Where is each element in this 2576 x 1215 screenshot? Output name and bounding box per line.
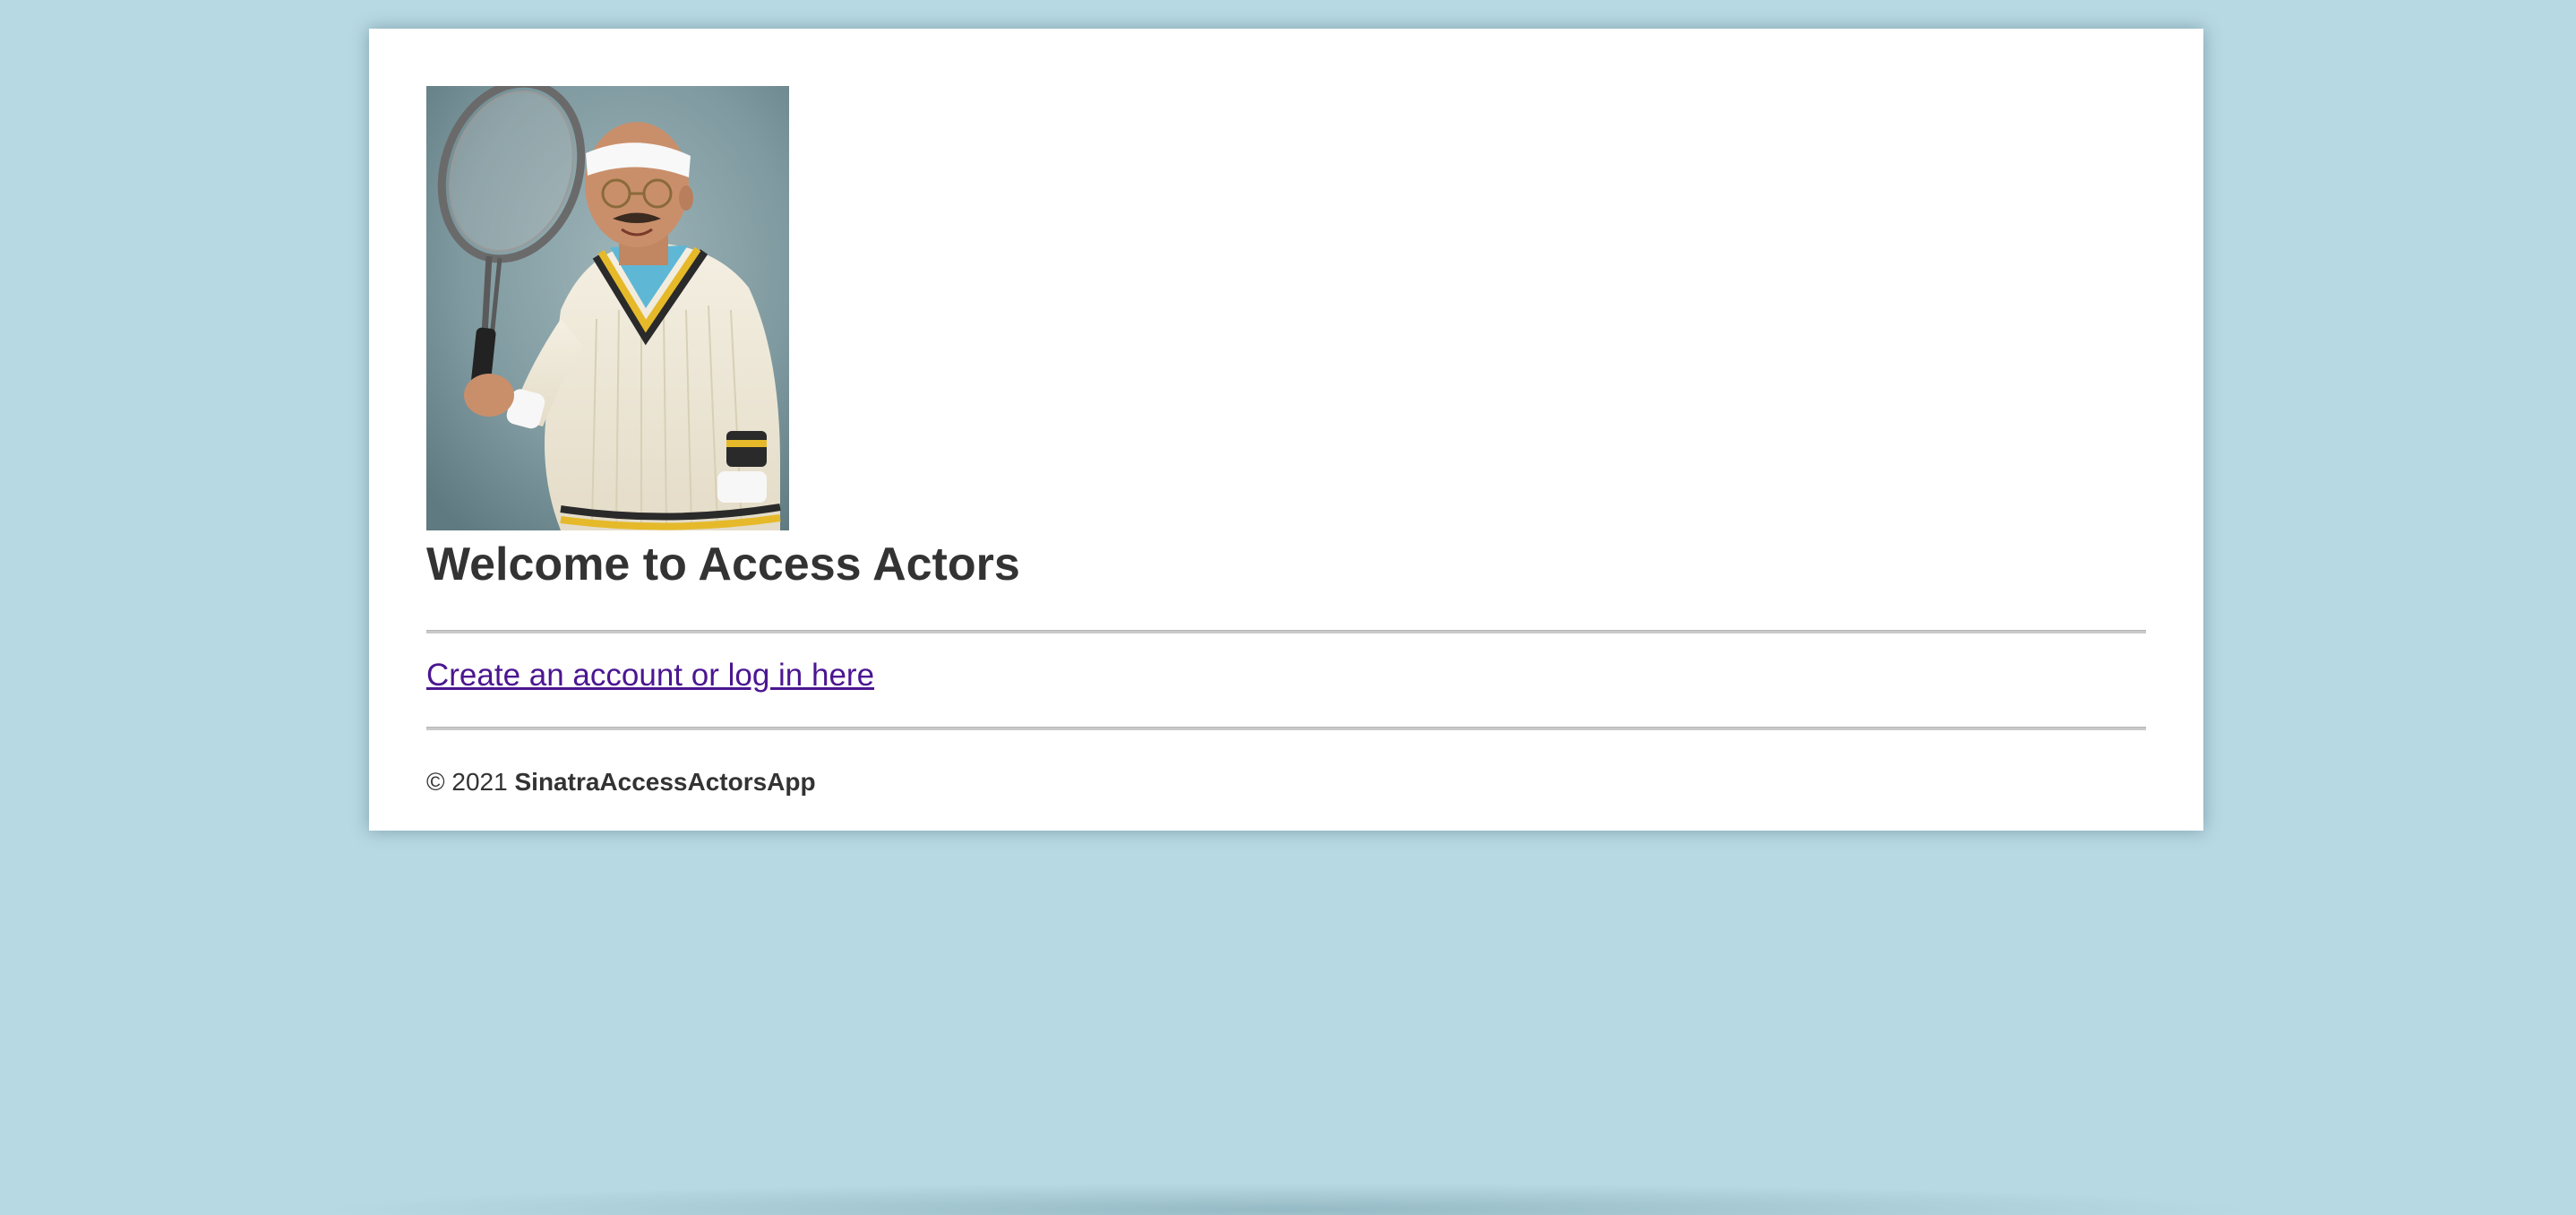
copyright-text: © 2021 — [426, 768, 508, 796]
window-bottom-shadow — [313, 1183, 2263, 1215]
divider-bottom — [426, 727, 2146, 730]
footer: © 2021 SinatraAccessActorsApp — [426, 767, 816, 797]
page-title: Welcome to Access Actors — [426, 539, 1020, 590]
portrait-illustration — [426, 86, 789, 530]
page-background: { "portrait": { "alt": "Portrait of a ma… — [0, 0, 2576, 1215]
content-card: Welcome to Access Actors Create an accou… — [369, 29, 2203, 831]
create-account-login-link[interactable]: Create an account or log in here — [426, 657, 874, 694]
divider-top — [426, 630, 2146, 633]
profile-image — [426, 86, 789, 530]
footer-app-name: SinatraAccessActorsApp — [514, 768, 816, 796]
